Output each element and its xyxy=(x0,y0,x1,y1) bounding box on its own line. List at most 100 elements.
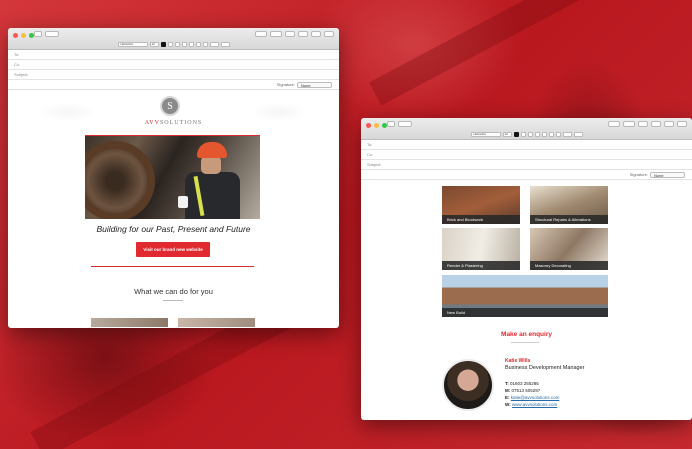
window-titlebar: Helvetica 12 xyxy=(8,28,339,50)
service-tile[interactable]: Structural Repairs & Alterations xyxy=(530,186,608,224)
service-tile[interactable]: New Build xyxy=(442,275,608,317)
cc-field[interactable]: Cc: xyxy=(361,150,692,160)
font-family-select[interactable]: Helvetica xyxy=(117,42,148,47)
enquiry-title: Make an enquiry xyxy=(501,331,552,338)
window-controls xyxy=(13,33,34,38)
color-swatch[interactable] xyxy=(513,132,519,137)
to-field[interactable]: To: xyxy=(361,140,692,150)
contact-name: Katie Wills xyxy=(505,358,531,364)
signature-row: Signature: None xyxy=(8,80,339,90)
align-right-button[interactable] xyxy=(202,42,208,47)
service-label: Render & Plastering xyxy=(442,261,520,270)
contact-mobile: M: 07513 505297 xyxy=(505,387,585,394)
signature-select[interactable]: None xyxy=(297,82,332,88)
list-button[interactable] xyxy=(562,132,572,137)
photo-browser-icon[interactable] xyxy=(311,31,321,37)
signature-label: Signature: xyxy=(629,172,648,177)
logo-suffix: SOLUTIONS xyxy=(159,120,203,126)
section-title: What we can do for you xyxy=(134,287,213,296)
website-cta-button[interactable]: Visit our brand new website xyxy=(136,242,210,257)
bold-button[interactable] xyxy=(167,42,173,47)
emoji-icon[interactable] xyxy=(285,31,295,37)
logo-wordmark: AVVSOLUTIONS xyxy=(8,120,339,126)
attach-icon[interactable] xyxy=(255,31,267,37)
subject-field[interactable]: Subject: xyxy=(361,160,692,170)
service-tile[interactable]: Masonry Decorating xyxy=(530,228,608,270)
window-titlebar: Helvetica 12 xyxy=(361,118,692,140)
email-body[interactable]: S AVVSOLUTIONS Building for our Past, Pr… xyxy=(8,90,339,327)
align-left-button[interactable] xyxy=(541,132,547,137)
hero-image xyxy=(85,136,260,219)
service-tile[interactable]: Render & Plastering xyxy=(442,228,520,270)
service-label: New Build xyxy=(442,308,608,317)
align-center-button[interactable] xyxy=(195,42,201,47)
align-right-button[interactable] xyxy=(555,132,561,137)
format-bar: Helvetica 12 xyxy=(361,131,692,138)
compose-window-1: Helvetica 12 To: Cc: Subject: Signature:… xyxy=(8,28,339,328)
indent-button[interactable] xyxy=(573,132,583,137)
window-icon[interactable] xyxy=(324,31,334,37)
font-size-select[interactable]: 12 xyxy=(502,132,512,137)
font-icon[interactable] xyxy=(651,121,661,127)
phone-value: 01603 255285 xyxy=(510,381,539,386)
avatar xyxy=(442,359,494,411)
photo-browser-icon[interactable] xyxy=(664,121,674,127)
mobile-value: 07513 505297 xyxy=(511,388,541,393)
to-field[interactable]: To: xyxy=(8,50,339,60)
enquiry-divider xyxy=(511,342,539,346)
mobile-label: M: xyxy=(505,388,511,393)
cc-field[interactable]: Cc: xyxy=(8,60,339,70)
align-left-button[interactable] xyxy=(188,42,194,47)
service-label: Structural Repairs & Alterations xyxy=(530,215,608,224)
phone-label: T: xyxy=(505,381,509,386)
underline-button[interactable] xyxy=(181,42,187,47)
service-label: Masonry Decorating xyxy=(530,261,608,270)
contact-role: Business Development Manager xyxy=(505,365,585,371)
close-button[interactable] xyxy=(366,123,371,128)
font-icon[interactable] xyxy=(298,31,308,37)
email-link[interactable]: katie@avvsolutions.com xyxy=(511,395,560,400)
align-center-button[interactable] xyxy=(548,132,554,137)
hero-face xyxy=(201,156,221,174)
close-button[interactable] xyxy=(13,33,18,38)
logo-monogram: S xyxy=(160,96,180,116)
minimize-button[interactable] xyxy=(21,33,26,38)
subject-field[interactable]: Subject: xyxy=(8,70,339,80)
minimize-button[interactable] xyxy=(374,123,379,128)
signature-label: Signature: xyxy=(276,82,295,87)
contact-website: W: www.avvsolutions.com xyxy=(505,401,585,408)
window-icon[interactable] xyxy=(677,121,687,127)
format-icon[interactable] xyxy=(623,121,635,127)
service-label: Brick and Blockwork xyxy=(442,215,520,224)
font-size-select[interactable]: 12 xyxy=(149,42,159,47)
header-fields-button[interactable] xyxy=(45,31,59,37)
website-link[interactable]: www.avvsolutions.com xyxy=(512,402,557,407)
emoji-icon[interactable] xyxy=(638,121,648,127)
signature-select[interactable]: None xyxy=(650,172,685,178)
contact-card: Katie Wills Business Development Manager… xyxy=(505,358,585,408)
send-button[interactable] xyxy=(387,121,395,127)
bold-button[interactable] xyxy=(520,132,526,137)
section-divider xyxy=(163,300,183,304)
color-swatch[interactable] xyxy=(160,42,166,47)
service-tile[interactable]: Brick and Blockwork xyxy=(442,186,520,224)
signature-row: Signature: None xyxy=(361,170,692,180)
header-fields-button[interactable] xyxy=(398,121,412,127)
underline-button[interactable] xyxy=(534,132,540,137)
email-body[interactable]: Brick and Blockwork Structural Repairs &… xyxy=(361,180,692,419)
hero-wheel xyxy=(85,141,155,219)
send-button[interactable] xyxy=(34,31,42,37)
section-rule xyxy=(91,266,254,267)
format-icon[interactable] xyxy=(270,31,282,37)
window-controls xyxy=(366,123,387,128)
email-label: E: xyxy=(505,395,510,400)
service-thumbnail xyxy=(91,318,168,327)
italic-button[interactable] xyxy=(174,42,180,47)
font-family-select[interactable]: Helvetica xyxy=(470,132,501,137)
logo-prefix: AVV xyxy=(144,120,160,126)
italic-button[interactable] xyxy=(527,132,533,137)
attach-icon[interactable] xyxy=(608,121,620,127)
list-button[interactable] xyxy=(209,42,219,47)
indent-button[interactable] xyxy=(220,42,230,47)
contact-email: E: katie@avvsolutions.com xyxy=(505,394,585,401)
